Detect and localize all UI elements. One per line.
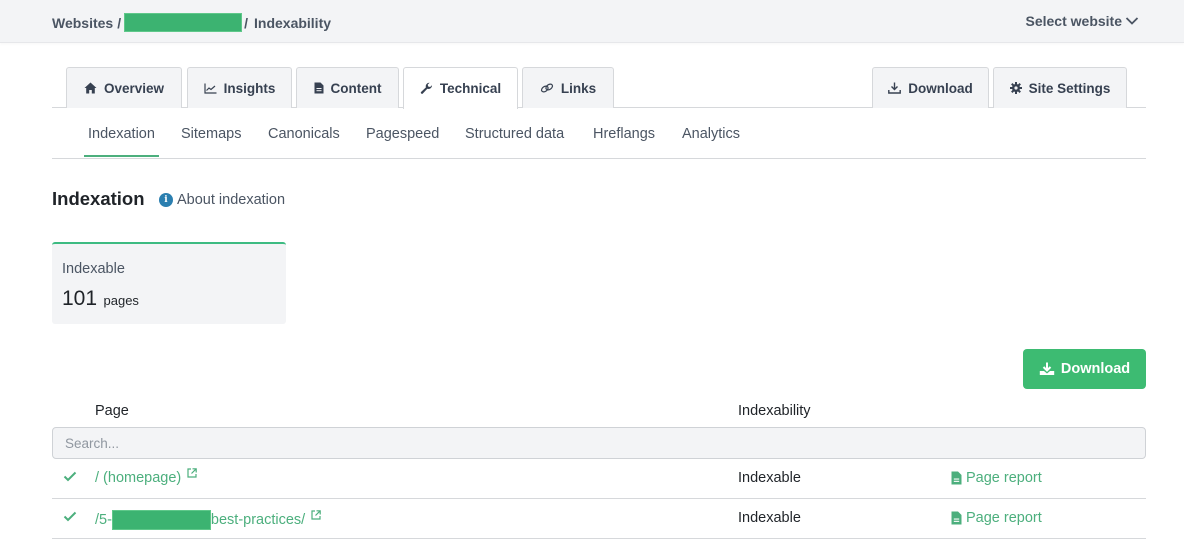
breadcrumb: Websites / / Indexability (52, 13, 331, 32)
page-path-redacted (111, 510, 211, 530)
subtab-sitemaps[interactable]: Sitemaps (181, 126, 241, 142)
home-icon (84, 82, 97, 94)
column-header-indexability[interactable]: Indexability (738, 403, 811, 419)
stat-label: Indexable (62, 261, 125, 277)
breadcrumb-site-redacted[interactable] (124, 13, 243, 32)
tab-label: Links (560, 80, 597, 96)
page-report-link[interactable]: Page report (951, 470, 1042, 486)
chevron-down-icon (1125, 17, 1139, 25)
subtab-pagespeed[interactable]: Pagespeed (366, 126, 439, 142)
download-button[interactable]: Download (1023, 349, 1146, 389)
main-tabs: Overview Insights Content Technical Link… (52, 67, 1146, 109)
breadcrumb-websites[interactable]: Websites (52, 15, 113, 31)
page-link[interactable]: / (homepage) (95, 468, 198, 486)
page-link[interactable]: /5- best-practices/ (95, 510, 322, 530)
download-icon (888, 82, 902, 94)
top-bar: Websites / / Indexability Select website (0, 0, 1184, 43)
tab-download[interactable]: Download (872, 67, 989, 108)
tab-label: Site Settings (1028, 80, 1111, 96)
file-icon (951, 511, 962, 525)
tab-insights[interactable]: Insights (187, 67, 292, 108)
tab-overview[interactable]: Overview (66, 67, 182, 108)
indexability-value: Indexable (738, 470, 801, 486)
search-input[interactable] (52, 427, 1146, 459)
tab-label: Insights (223, 80, 276, 96)
page-report-label: Page report (966, 510, 1042, 526)
tab-label: Content (330, 80, 382, 96)
page-path: / (homepage) (95, 470, 182, 486)
breadcrumb-current: Indexability (254, 14, 332, 31)
tab-technical[interactable]: Technical (403, 67, 518, 109)
wrench-icon (420, 82, 432, 94)
select-website-label: Select website (1025, 13, 1123, 29)
external-link-icon[interactable] (311, 510, 322, 520)
column-header-page[interactable]: Page (95, 403, 129, 419)
indexable-stat-card: Indexable 101 pages (52, 242, 286, 324)
check-icon (63, 511, 77, 522)
table-row: /5- best-practices/ Indexable Page repor… (52, 499, 1146, 539)
gear-icon (1009, 82, 1022, 94)
link-icon (540, 83, 553, 93)
info-icon: i (159, 193, 173, 207)
breadcrumb-separator: / (244, 14, 248, 31)
indexability-value: Indexable (738, 510, 801, 526)
check-icon (63, 471, 77, 482)
stat-number: 101 (62, 287, 98, 310)
download-button-label: Download (1060, 361, 1131, 377)
download-icon (1039, 362, 1055, 375)
subtab-indexation[interactable]: Indexation (84, 126, 159, 157)
subtab-structured-data[interactable]: Structured data (465, 126, 564, 142)
tab-label: Technical (439, 81, 502, 96)
about-indexation-label: About indexation (177, 192, 286, 208)
stat-value: 101 pages (62, 287, 139, 311)
select-website-dropdown[interactable]: Select website (1026, 13, 1140, 29)
tab-label: Overview (103, 80, 165, 96)
page-path-prefix: /5- (95, 512, 112, 528)
tab-content[interactable]: Content (296, 67, 399, 108)
external-link-icon[interactable] (187, 468, 198, 478)
tab-label: Download (908, 80, 973, 96)
file-icon (314, 82, 323, 94)
page-path-suffix: best-practices/ (210, 512, 306, 528)
breadcrumb-separator: / (117, 14, 122, 31)
tab-site-settings[interactable]: Site Settings (993, 67, 1127, 108)
chart-line-icon (204, 83, 217, 94)
subtab-canonicals[interactable]: Canonicals (268, 126, 340, 142)
page-report-label: Page report (966, 470, 1042, 486)
stat-unit: pages (103, 293, 139, 308)
file-icon (951, 471, 962, 485)
section-title: Indexation (52, 188, 145, 209)
tab-links[interactable]: Links (522, 67, 614, 108)
subtab-analytics[interactable]: Analytics (682, 126, 740, 142)
sub-tabs: Indexation Sitemaps Canonicals Pagespeed… (52, 115, 1146, 159)
table-row: / (homepage) Indexable Page report (52, 459, 1146, 499)
about-indexation-link[interactable]: i About indexation (159, 192, 285, 208)
page-report-link[interactable]: Page report (951, 510, 1042, 526)
subtab-hreflangs[interactable]: Hreflangs (593, 126, 655, 142)
